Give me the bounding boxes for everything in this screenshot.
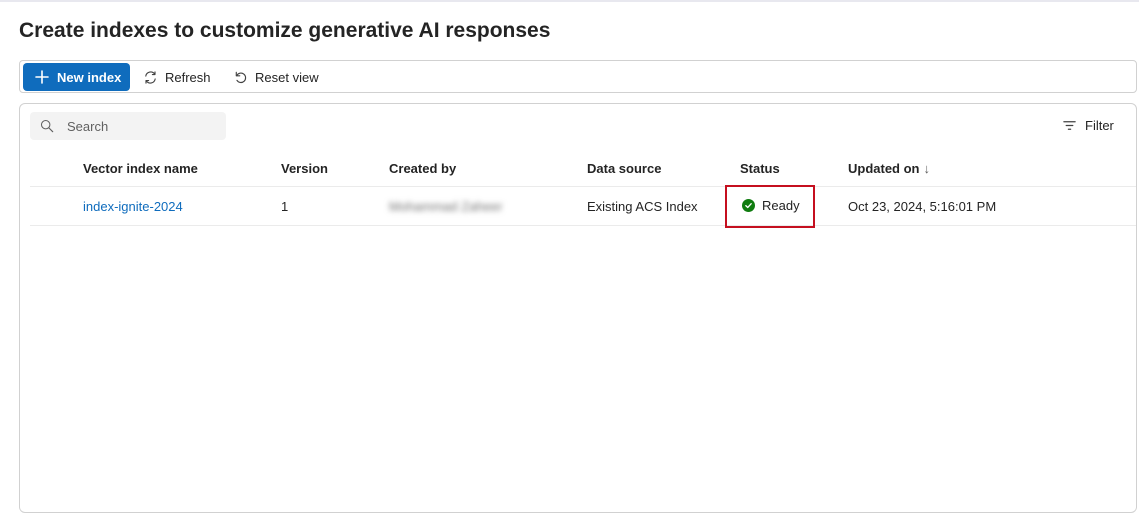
data-source-cell: Existing ACS Index [587,199,698,214]
search-box[interactable] [30,112,226,140]
updated-on-cell: Oct 23, 2024, 5:16:01 PM [848,199,997,214]
new-index-label: New index [57,69,122,85]
table-row[interactable]: index-ignite-2024 1 Mohammad Zaheer Exis… [30,187,1136,226]
column-header-updated-on[interactable]: Updated on ↓ [848,161,930,176]
created-by-cell: Mohammad Zaheer [389,199,503,214]
version-cell: 1 [281,199,289,214]
filter-label: Filter [1085,118,1114,133]
search-input[interactable] [65,117,219,135]
table-header: Vector index name Version Created by Dat… [30,150,1136,187]
status-highlight-box [725,185,815,228]
refresh-label: Refresh [165,69,211,85]
column-header-updated-on-label: Updated on [848,161,920,176]
column-header-name[interactable]: Vector index name [83,161,198,176]
plus-icon [35,70,49,84]
refresh-icon [145,70,156,84]
column-header-version[interactable]: Version [281,161,328,176]
filter-button[interactable]: Filter [1062,118,1114,133]
top-divider [0,0,1139,2]
index-name-link[interactable]: index-ignite-2024 [83,199,183,214]
page-title: Create indexes to customize generative A… [19,19,551,42]
filter-icon [1063,121,1076,130]
new-index-button[interactable]: New index [23,63,130,91]
sort-descending-icon: ↓ [923,161,931,176]
undo-icon [235,71,247,83]
search-icon [40,119,54,133]
column-header-data-source[interactable]: Data source [587,161,661,176]
index-grid: Filter Vector index name Version Created… [19,103,1137,513]
refresh-button[interactable]: Refresh [143,63,211,91]
column-header-status[interactable]: Status [740,161,780,176]
column-header-created-by[interactable]: Created by [389,161,456,176]
reset-view-label: Reset view [255,69,319,85]
reset-view-button[interactable]: Reset view [233,63,319,91]
command-bar: New index Refresh Reset view [19,60,1137,93]
